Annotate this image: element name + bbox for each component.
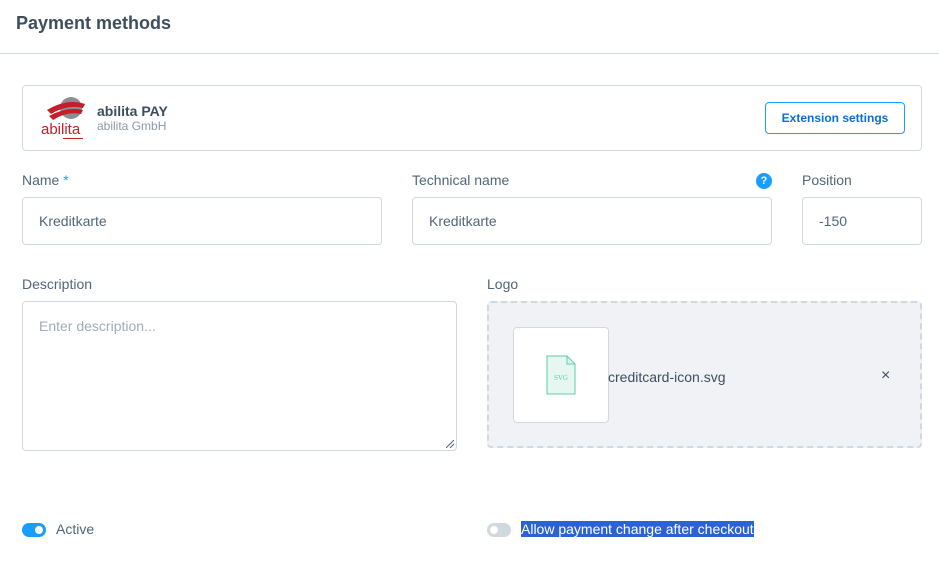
page-title: Payment methods xyxy=(16,13,172,33)
extension-name: abilita PAY xyxy=(97,103,168,119)
allow-payment-change-toggle[interactable] xyxy=(487,523,511,537)
description-textarea[interactable]: Enter description... xyxy=(22,301,457,451)
required-star: * xyxy=(63,172,69,188)
technical-name-input[interactable]: Kreditkarte xyxy=(412,197,772,245)
remove-logo-icon[interactable]: × xyxy=(881,367,890,385)
header-divider xyxy=(0,53,939,54)
toggle-knob xyxy=(490,526,498,534)
position-input[interactable]: -150 xyxy=(802,197,922,245)
toggle-knob xyxy=(35,526,43,534)
svg-file-badge: SVG xyxy=(554,374,568,382)
allow-payment-change-label: Allow payment change after checkout xyxy=(521,521,754,537)
extension-card: abilita abilita PAY abilita GmbH Extensi… xyxy=(22,85,922,151)
name-label-text: Name xyxy=(22,172,60,188)
logo-preview: SVG xyxy=(513,327,609,423)
active-label: Active xyxy=(56,521,95,537)
abilita-logo-wordmark: abilita xyxy=(41,121,81,138)
description-placeholder: Enter description... xyxy=(39,318,156,334)
extension-vendor: abilita GmbH xyxy=(97,119,167,133)
name-label: Name * xyxy=(22,172,69,188)
help-icon[interactable]: ? xyxy=(756,173,772,189)
abilita-logo: abilita xyxy=(41,96,89,142)
name-input[interactable]: Kreditkarte xyxy=(22,197,382,245)
resize-handle-icon[interactable] xyxy=(446,440,454,448)
svg-file-icon: SVG xyxy=(546,355,576,395)
extension-settings-button[interactable]: Extension settings xyxy=(765,102,905,134)
active-toggle[interactable] xyxy=(22,523,46,537)
description-label: Description xyxy=(22,276,93,292)
logo-label: Logo xyxy=(487,276,519,292)
logo-dropzone[interactable]: SVG creditcard-icon.svg × xyxy=(487,301,922,448)
logo-filename: creditcard-icon.svg xyxy=(608,369,726,385)
technical-name-label: Technical name xyxy=(412,172,510,188)
position-label: Position xyxy=(802,172,852,188)
